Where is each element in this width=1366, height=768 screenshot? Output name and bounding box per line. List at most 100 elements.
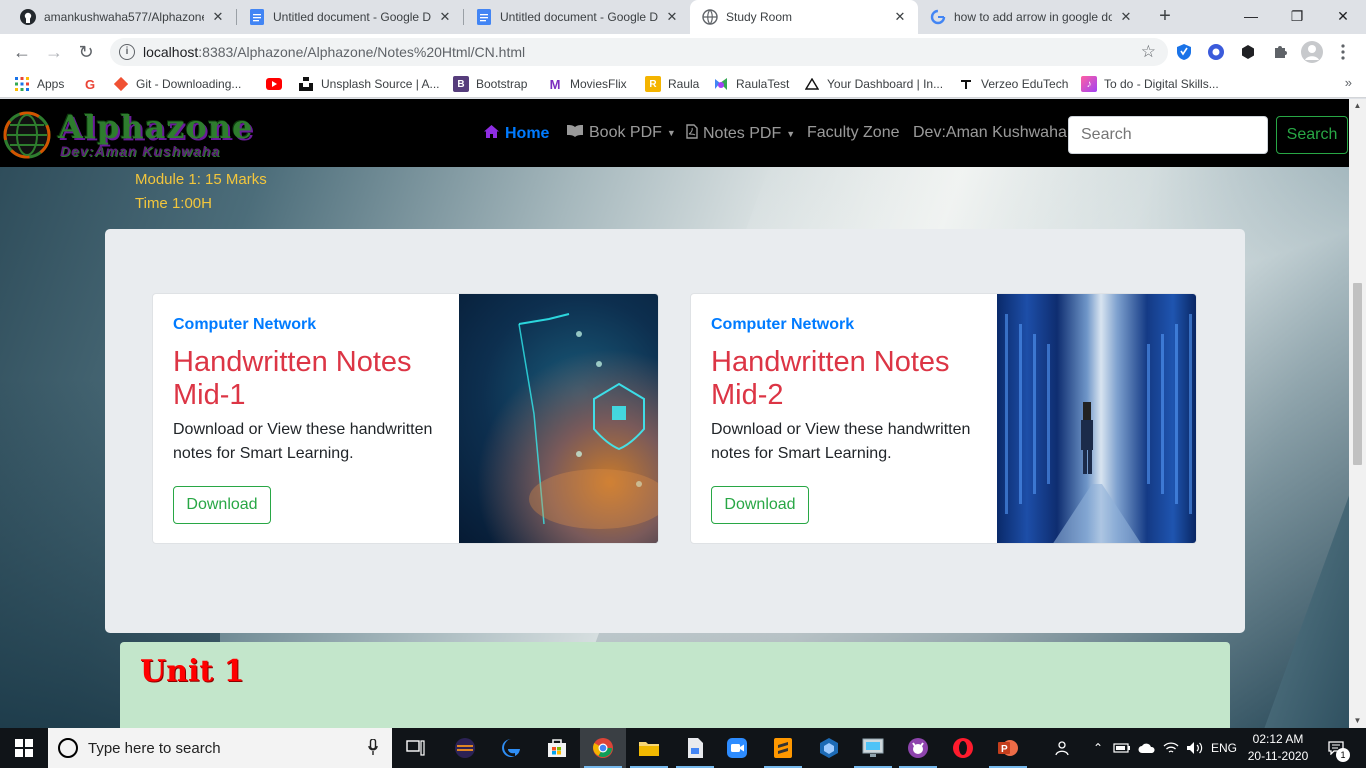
back-icon[interactable]: ← <box>8 38 36 66</box>
file-explorer-icon[interactable] <box>626 728 672 768</box>
tab-study-room[interactable]: Study Room ✕ <box>690 0 918 34</box>
tab-title: amankushwaha577/Alphazone <box>44 10 204 24</box>
monitor-app-icon[interactable] <box>850 728 896 768</box>
close-icon[interactable]: ✕ <box>437 9 453 25</box>
bookmark-moviesflix[interactable]: M MoviesFlix <box>547 75 627 93</box>
edge-browser-icon[interactable] <box>488 728 534 768</box>
close-icon[interactable]: ✕ <box>1118 9 1134 25</box>
tab-google-search[interactable]: how to add arrow in google docs ✕ <box>918 0 1144 34</box>
nav-home[interactable]: Home <box>483 124 549 143</box>
address-bar[interactable]: i localhost:8383/Alphazone/Alphazone/Not… <box>110 38 1168 66</box>
minimize-button[interactable]: — <box>1228 0 1274 32</box>
more-menu-icon[interactable] <box>1334 43 1352 61</box>
zoom-app-icon[interactable] <box>714 728 760 768</box>
scroll-up-arrow-icon[interactable]: ▲ <box>1349 99 1366 113</box>
notification-center-button[interactable]: 1 <box>1318 728 1354 768</box>
tab-google-docs-1[interactable]: Untitled document - Google Docs ✕ <box>237 0 463 34</box>
card-image-cyber-security <box>459 294 658 543</box>
card-title: Handwritten Notes Mid-2 <box>711 346 950 411</box>
onedrive-cloud-icon[interactable] <box>1136 728 1158 768</box>
bookmark-star-icon[interactable]: ☆ <box>1141 42 1156 62</box>
info-icon[interactable]: i <box>119 44 135 60</box>
bookmark-unsplash[interactable]: Unsplash Source | A... <box>298 75 440 93</box>
microphone-icon[interactable] <box>368 738 378 758</box>
cube-extension-icon[interactable] <box>1239 43 1257 61</box>
tab-title: Untitled document - Google Docs <box>500 10 658 24</box>
sublime-text-icon[interactable] <box>760 728 806 768</box>
battery-icon[interactable] <box>1111 728 1133 768</box>
scroll-down-arrow-icon[interactable]: ▼ <box>1349 714 1366 728</box>
google-docs-icon <box>476 9 492 25</box>
forward-icon[interactable]: → <box>40 38 68 66</box>
opera-browser-icon[interactable] <box>940 728 986 768</box>
windows-taskbar: Type here to search P ⌃ ENG 02:12 AM 20-… <box>0 728 1366 768</box>
powerpoint-icon[interactable]: P <box>985 728 1031 768</box>
chevron-up-icon[interactable]: ⌃ <box>1088 728 1108 768</box>
volume-icon[interactable] <box>1184 728 1206 768</box>
nav-book-pdf-dropdown[interactable]: Book PDF ▼ <box>566 124 676 142</box>
download-button-mid-1[interactable]: Download <box>173 486 271 524</box>
microsoft-store-icon[interactable] <box>534 728 580 768</box>
bookmark-bootstrap[interactable]: B Bootstrap <box>453 75 527 93</box>
profile-avatar[interactable] <box>1300 40 1324 64</box>
page-scrollbar[interactable]: ▲ ▼ <box>1349 99 1366 728</box>
bookmark-dashboard[interactable]: Your Dashboard | In... <box>804 75 943 93</box>
card-body: Computer Network Handwritten Notes Mid-2… <box>711 316 991 466</box>
scrollbar-thumb[interactable] <box>1353 283 1362 465</box>
youtube-icon <box>266 76 282 92</box>
windows-start-button[interactable] <box>0 728 48 768</box>
github-desktop-icon[interactable] <box>895 728 941 768</box>
bookmark-verzeo[interactable]: Verzeo EduTech <box>958 75 1068 93</box>
site-logo[interactable]: Alphazone Dev:Aman Kushwaha <box>2 108 272 160</box>
puzzle-extensions-icon[interactable] <box>1271 43 1289 61</box>
reload-icon[interactable]: ↻ <box>72 38 100 66</box>
svg-text:P: P <box>1001 744 1008 755</box>
site-search-button[interactable]: Search <box>1276 116 1348 154</box>
taskbar-search-box[interactable]: Type here to search <box>48 728 392 768</box>
wifi-icon[interactable] <box>1160 728 1182 768</box>
git-icon <box>113 76 129 92</box>
new-tab-button[interactable]: + <box>1154 6 1176 28</box>
close-icon[interactable]: ✕ <box>892 9 908 25</box>
document-app-icon[interactable] <box>672 728 718 768</box>
moviesflix-icon: M <box>549 76 561 92</box>
browser-tab-strip: amankushwaha577/Alphazone ✕ Untitled doc… <box>0 0 1366 34</box>
bookmark-raula[interactable]: R Raula <box>645 75 699 93</box>
page-viewport: Alphazone Dev:Aman Kushwaha Home Book PD… <box>0 99 1366 728</box>
language-indicator[interactable]: ENG <box>1208 728 1240 768</box>
nav-notes-pdf-dropdown[interactable]: Notes PDF ▼ <box>686 124 795 143</box>
people-icon[interactable] <box>1050 728 1076 768</box>
tab-google-docs-2[interactable]: Untitled document - Google Docs ✕ <box>464 0 690 34</box>
bookmark-youtube[interactable] <box>266 75 289 93</box>
nav-faculty-zone[interactable]: Faculty Zone <box>807 124 899 142</box>
tab-github[interactable]: amankushwaha577/Alphazone ✕ <box>8 0 236 34</box>
bookmark-apps[interactable]: Apps <box>14 75 64 93</box>
shield-extension-icon[interactable] <box>1175 43 1193 61</box>
eclipse-app-icon[interactable] <box>442 728 488 768</box>
maximize-button[interactable]: ❐ <box>1274 0 1320 32</box>
bookmarks-overflow-icon[interactable]: » <box>1345 75 1352 90</box>
apps-grid-icon <box>14 76 30 92</box>
bookmark-git[interactable]: Git - Downloading... <box>113 75 241 93</box>
bookmark-google[interactable]: G <box>82 75 105 93</box>
close-icon[interactable]: ✕ <box>210 9 226 25</box>
nav-dev[interactable]: Dev:Aman Kushwaha <box>913 124 1067 142</box>
nav-home-label: Home <box>505 124 550 142</box>
close-icon[interactable]: ✕ <box>664 9 680 25</box>
extension-icon[interactable] <box>1207 43 1225 61</box>
bookmark-label: Your Dashboard | In... <box>827 77 944 91</box>
card-category: Computer Network <box>173 316 317 333</box>
clock-date: 20-11-2020 <box>1247 749 1309 763</box>
virtualbox-icon[interactable] <box>806 728 852 768</box>
system-clock[interactable]: 02:12 AM 20-11-2020 <box>1245 731 1311 765</box>
download-button-mid-2[interactable]: Download <box>711 486 809 524</box>
bookmark-todo[interactable]: ♪ To do - Digital Skills... <box>1081 75 1219 93</box>
task-view-icon[interactable] <box>393 728 439 768</box>
site-search-input[interactable] <box>1068 116 1268 154</box>
bookmark-raulatest[interactable]: RaulaTest <box>713 75 789 93</box>
raula-icon: R <box>645 76 661 92</box>
nav-dev-label: Dev:Aman Kushwaha <box>913 124 1067 141</box>
cortana-icon <box>58 738 78 758</box>
chrome-app-icon[interactable] <box>580 728 626 768</box>
close-window-button[interactable]: ✕ <box>1320 0 1366 32</box>
